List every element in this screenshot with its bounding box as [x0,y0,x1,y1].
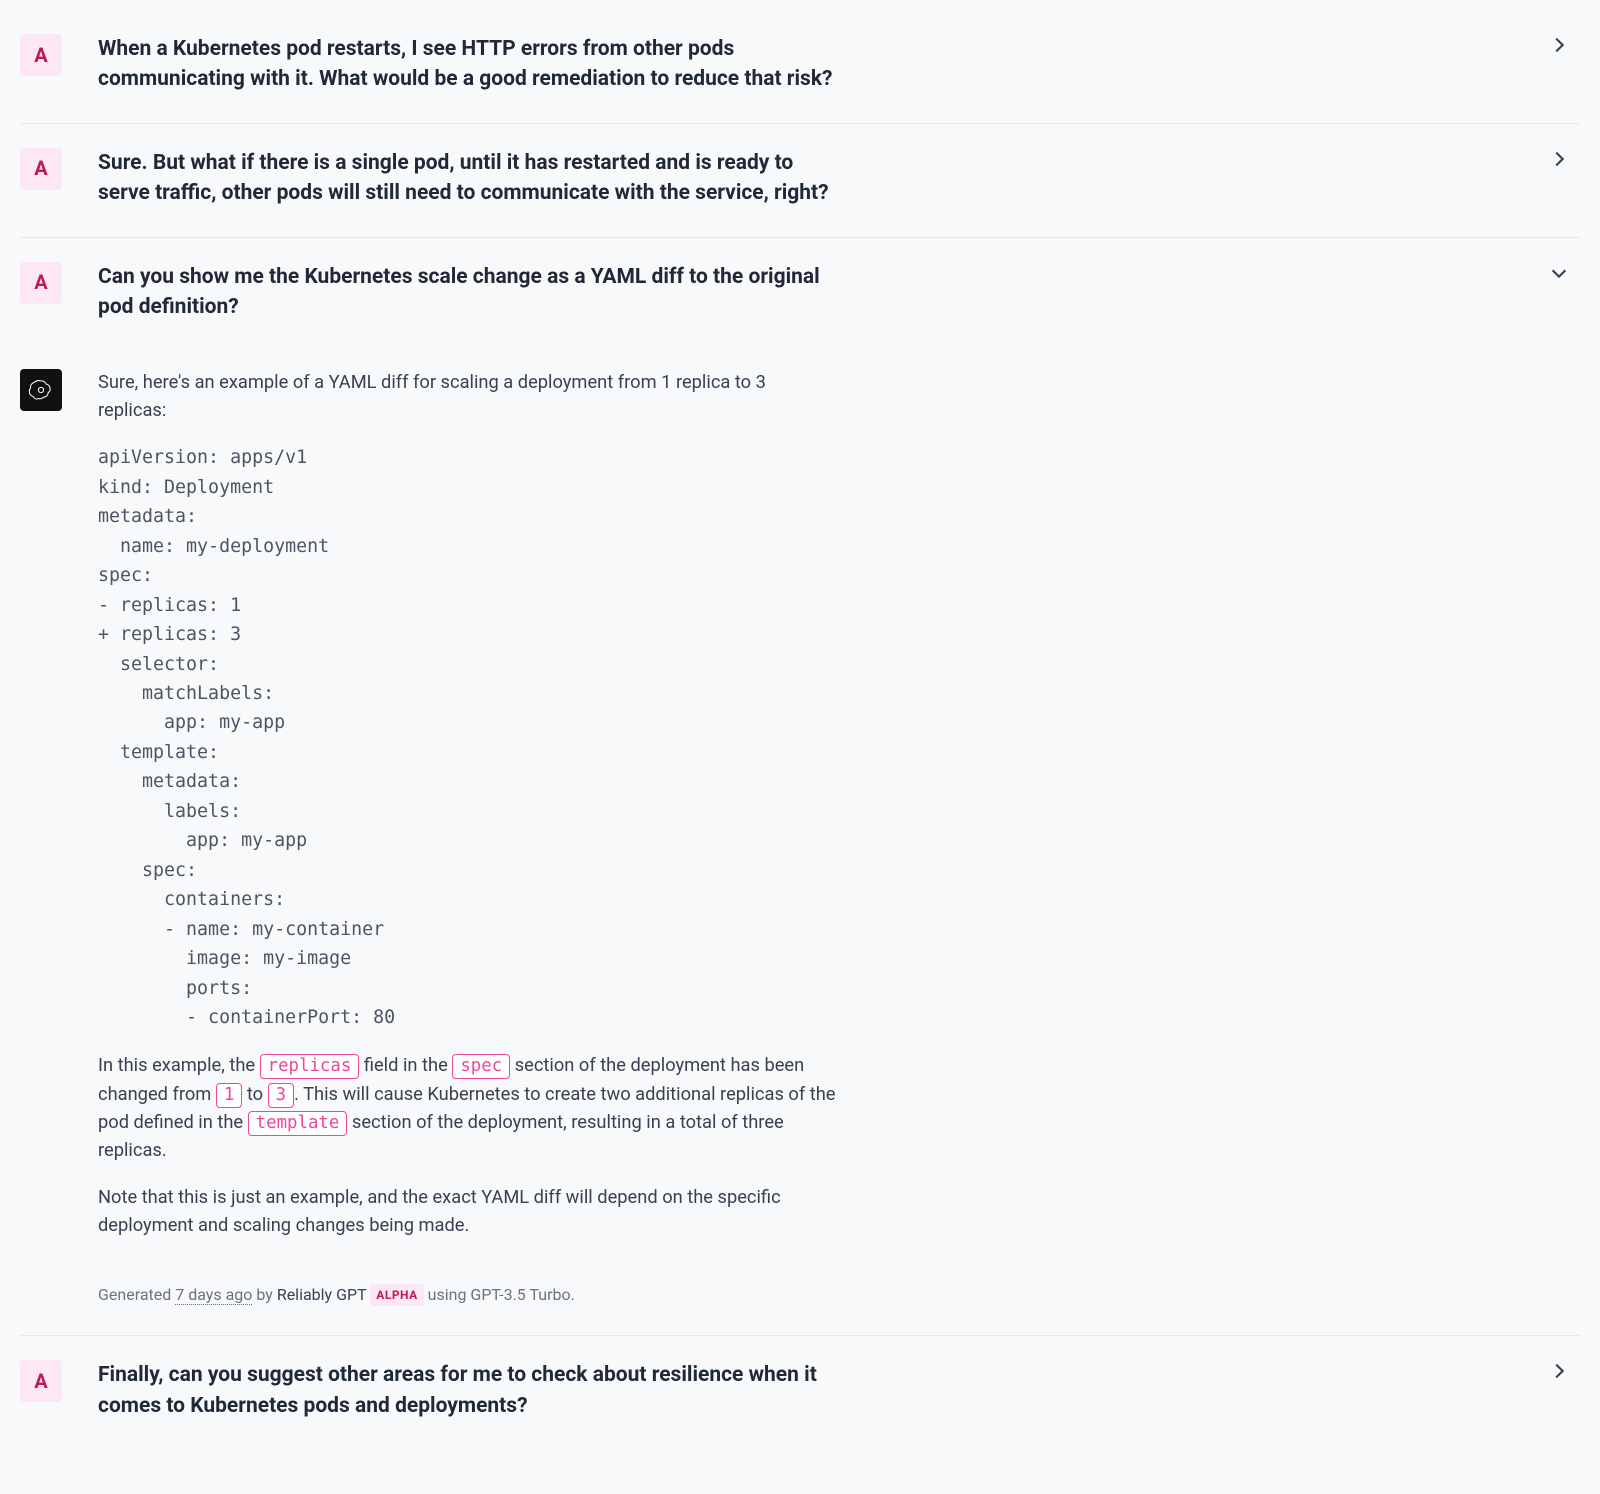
answer-explanation: In this example, the replicas field in t… [98,1052,838,1165]
chevron-right-icon[interactable] [1548,148,1570,179]
code-block: apiVersion: apps/v1 kind: Deployment met… [98,443,838,1032]
chevron-right-icon[interactable] [1548,34,1570,65]
answer-item: Sure, here's an example of a YAML diff f… [20,351,1580,1337]
conversation-thread: A When a Kubernetes pod restarts, I see … [20,10,1580,1449]
question-item-expanded: A Can you show me the Kubernetes scale c… [20,238,1580,351]
answer-intro: Sure, here's an example of a YAML diff f… [98,369,838,426]
generator-name: Reliably GPT [277,1285,366,1304]
ai-avatar [20,369,62,411]
user-avatar: A [20,262,62,304]
chevron-down-icon[interactable] [1548,262,1570,293]
inline-code: template [248,1111,348,1136]
timestamp: 7 days ago [175,1285,252,1305]
question-summary: When a Kubernetes pod restarts, I see HT… [98,34,838,95]
question-summary: Sure. But what if there is a single pod,… [98,148,838,209]
question-item[interactable]: A Finally, can you suggest other areas f… [20,1336,1580,1449]
inline-code: spec [452,1054,510,1079]
answer-meta: Generated 7 days ago by Reliably GPT ALP… [98,1283,838,1308]
inline-code: 3 [268,1083,294,1108]
inline-code: replicas [260,1054,360,1079]
question-summary: Finally, can you suggest other areas for… [98,1360,838,1421]
inline-code: 1 [216,1083,242,1108]
question-item[interactable]: A Sure. But what if there is a single po… [20,124,1580,238]
question-summary: Can you show me the Kubernetes scale cha… [98,262,838,323]
user-avatar: A [20,34,62,76]
alpha-badge: ALPHA [370,1284,423,1307]
question-item[interactable]: A When a Kubernetes pod restarts, I see … [20,10,1580,124]
user-avatar: A [20,1360,62,1402]
chevron-right-icon[interactable] [1548,1360,1570,1391]
answer-note: Note that this is just an example, and t… [98,1184,838,1241]
user-avatar: A [20,148,62,190]
